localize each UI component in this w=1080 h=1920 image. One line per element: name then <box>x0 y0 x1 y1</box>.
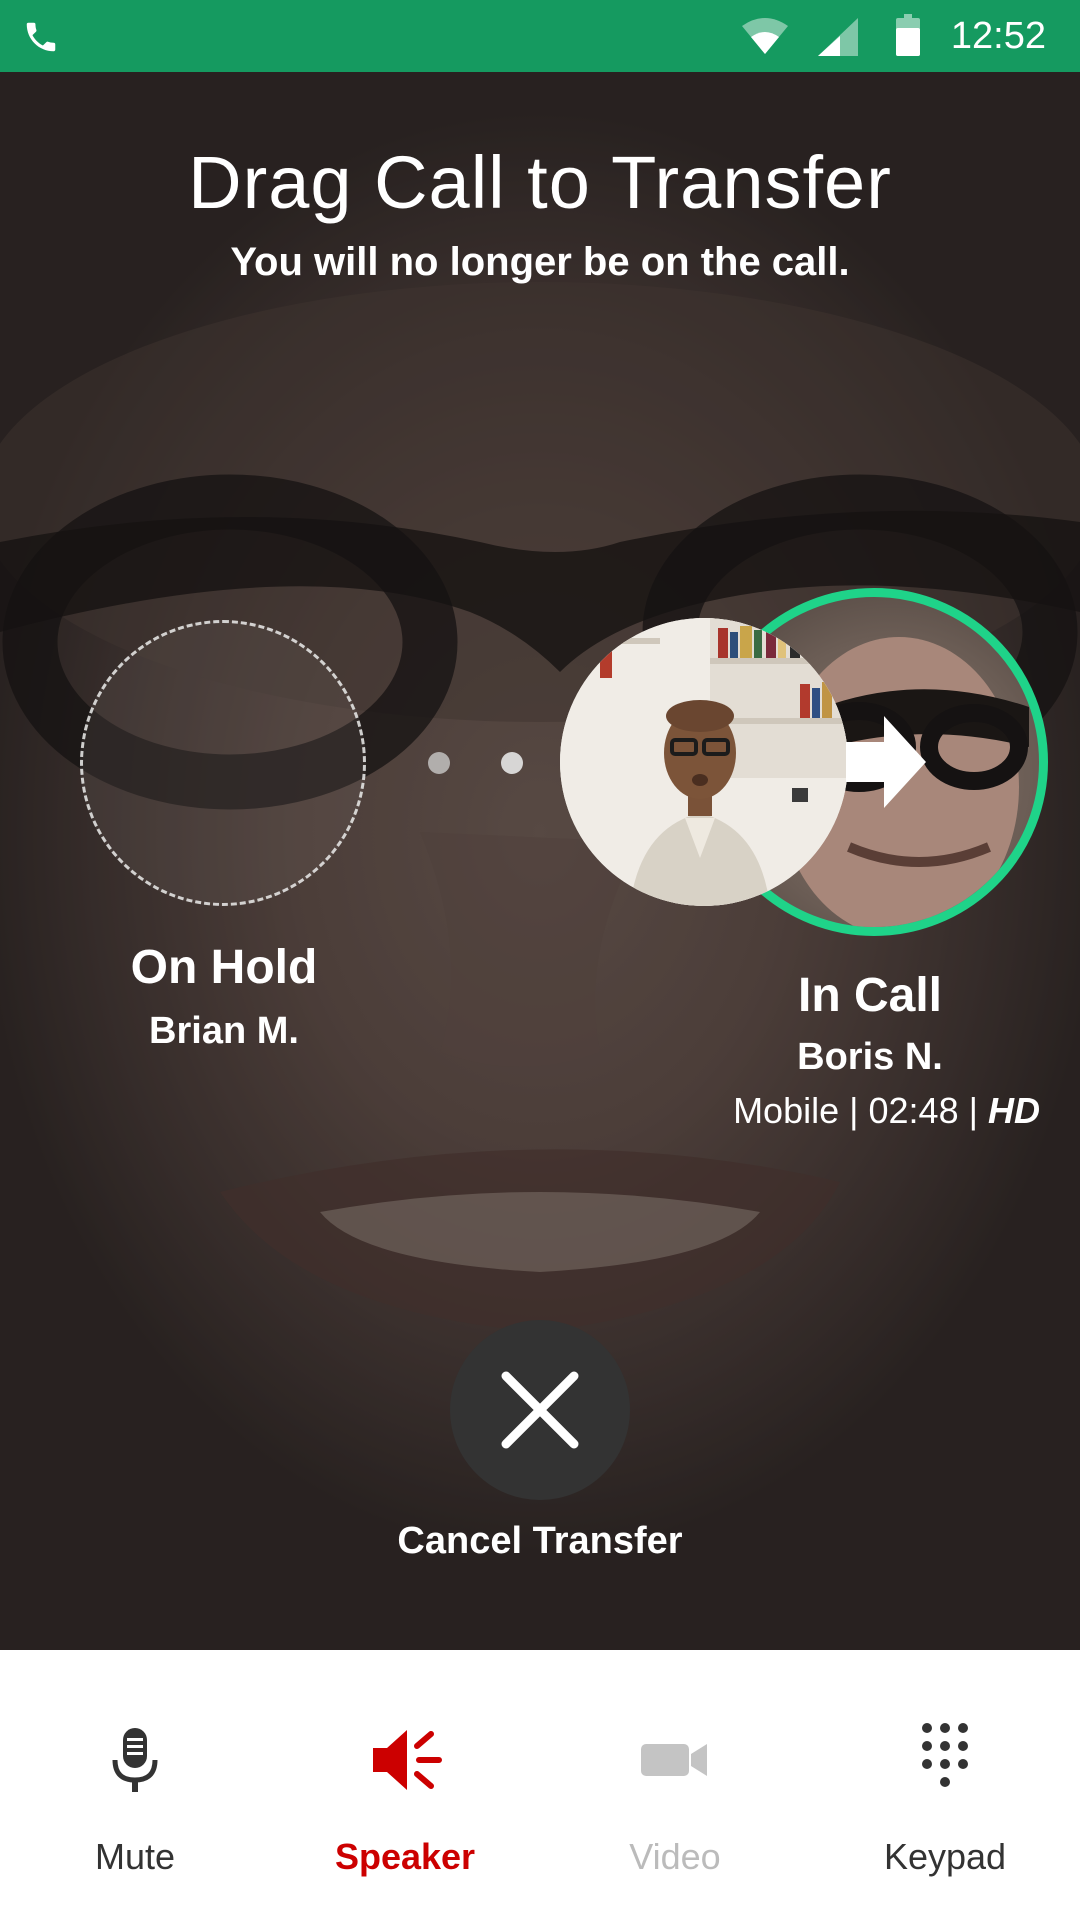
mute-label: Mute <box>94 1836 176 1877</box>
call-duration: 02:48 <box>868 1090 959 1131</box>
meta-separator: | <box>968 1090 978 1131</box>
hd-badge: HD <box>988 1090 1040 1131</box>
speaker-icon <box>373 1730 442 1790</box>
close-icon <box>501 1371 579 1449</box>
signal-icon <box>818 18 858 56</box>
keypad-label: Keypad <box>883 1836 1007 1877</box>
caller-photo[interactable] <box>560 618 848 906</box>
drag-hint-dot <box>501 752 523 774</box>
phone-icon <box>26 22 56 52</box>
in-call-name: Boris N. <box>797 1036 943 1078</box>
on-hold-drop-target[interactable] <box>80 620 366 906</box>
video-button[interactable]: Video <box>540 1650 810 1920</box>
speaker-label: Speaker <box>334 1836 476 1877</box>
keypad-icon <box>922 1723 968 1787</box>
speaker-button[interactable]: Speaker <box>270 1650 540 1920</box>
page-subtitle: You will no longer be on the call. <box>230 240 850 284</box>
in-call-title: In Call <box>797 969 943 1022</box>
page-title: Drag Call to Transfer <box>188 141 892 224</box>
microphone-icon <box>112 1728 158 1792</box>
video-label: Video <box>629 1836 721 1877</box>
arrow-right-icon <box>846 716 926 808</box>
call-meta: Mobile | 02:48 | HD <box>733 1090 1040 1132</box>
video-camera-icon <box>641 1744 707 1776</box>
cancel-transfer-button[interactable] <box>450 1320 630 1500</box>
drag-hint-dot <box>428 752 450 774</box>
battery-icon <box>896 14 920 56</box>
status-clock: 12:52 <box>950 15 1046 57</box>
call-controls-bar: Mute Speaker Video Keypad <box>0 1650 1080 1920</box>
on-hold-title: On Hold <box>130 941 318 994</box>
caller-photo-image <box>560 618 848 906</box>
wifi-icon <box>742 18 788 54</box>
mute-button[interactable]: Mute <box>0 1650 270 1920</box>
on-hold-name: Brian M. <box>149 1010 299 1052</box>
call-type: Mobile <box>733 1090 840 1131</box>
status-bar: 12:52 <box>0 0 1080 72</box>
cancel-transfer-label: Cancel Transfer <box>397 1520 683 1562</box>
meta-separator: | <box>849 1090 859 1131</box>
keypad-button[interactable]: Keypad <box>810 1650 1080 1920</box>
